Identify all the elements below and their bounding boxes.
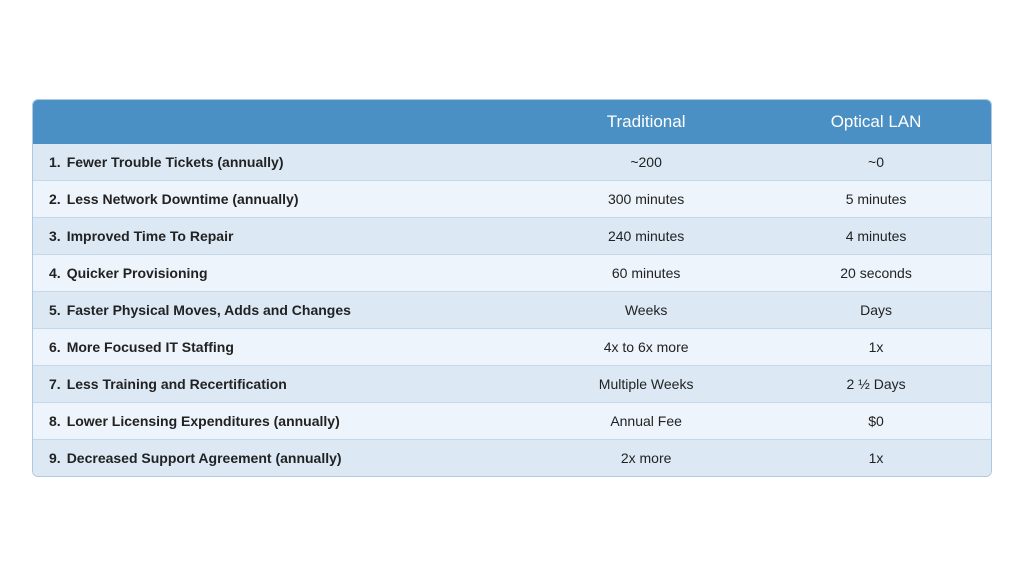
- row-label: 9.Decreased Support Agreement (annually): [33, 440, 531, 477]
- row-optical-value: 1x: [761, 329, 991, 366]
- row-num: 2.: [49, 191, 61, 207]
- row-traditional-value: Multiple Weeks: [531, 366, 761, 403]
- row-optical-value: 5 minutes: [761, 181, 991, 218]
- row-label: 3.Improved Time To Repair: [33, 218, 531, 255]
- row-optical-value: $0: [761, 403, 991, 440]
- row-traditional-value: 2x more: [531, 440, 761, 477]
- row-label: 8.Lower Licensing Expenditures (annually…: [33, 403, 531, 440]
- table-row: 1.Fewer Trouble Tickets (annually)~200~0: [33, 144, 991, 181]
- table-row: 6.More Focused IT Staffing4x to 6x more1…: [33, 329, 991, 366]
- row-traditional-value: 4x to 6x more: [531, 329, 761, 366]
- table-row: 7.Less Training and RecertificationMulti…: [33, 366, 991, 403]
- table-row: 8.Lower Licensing Expenditures (annually…: [33, 403, 991, 440]
- row-label: 5.Faster Physical Moves, Adds and Change…: [33, 292, 531, 329]
- row-traditional-value: 300 minutes: [531, 181, 761, 218]
- row-optical-value: 4 minutes: [761, 218, 991, 255]
- header-empty: [33, 100, 531, 144]
- table-row: 2.Less Network Downtime (annually)300 mi…: [33, 181, 991, 218]
- row-optical-value: 20 seconds: [761, 255, 991, 292]
- row-traditional-value: Annual Fee: [531, 403, 761, 440]
- row-num: 7.: [49, 376, 61, 392]
- row-label: 7.Less Training and Recertification: [33, 366, 531, 403]
- row-optical-value: 2 ½ Days: [761, 366, 991, 403]
- row-num: 9.: [49, 450, 61, 466]
- table-row: 5.Faster Physical Moves, Adds and Change…: [33, 292, 991, 329]
- row-num: 8.: [49, 413, 61, 429]
- table-header-row: Traditional Optical LAN: [33, 100, 991, 144]
- header-traditional: Traditional: [531, 100, 761, 144]
- row-label: 1.Fewer Trouble Tickets (annually): [33, 144, 531, 181]
- row-num: 3.: [49, 228, 61, 244]
- row-label: 6.More Focused IT Staffing: [33, 329, 531, 366]
- comparison-table: Traditional Optical LAN 1.Fewer Trouble …: [32, 99, 992, 477]
- header-optical: Optical LAN: [761, 100, 991, 144]
- row-traditional-value: Weeks: [531, 292, 761, 329]
- row-traditional-value: ~200: [531, 144, 761, 181]
- table-row: 9.Decreased Support Agreement (annually)…: [33, 440, 991, 477]
- row-optical-value: ~0: [761, 144, 991, 181]
- table-row: 3.Improved Time To Repair240 minutes4 mi…: [33, 218, 991, 255]
- row-num: 6.: [49, 339, 61, 355]
- row-traditional-value: 240 minutes: [531, 218, 761, 255]
- row-label: 4.Quicker Provisioning: [33, 255, 531, 292]
- row-num: 1.: [49, 154, 61, 170]
- row-optical-value: Days: [761, 292, 991, 329]
- row-label: 2.Less Network Downtime (annually): [33, 181, 531, 218]
- row-traditional-value: 60 minutes: [531, 255, 761, 292]
- row-num: 4.: [49, 265, 61, 281]
- table-row: 4.Quicker Provisioning60 minutes20 secon…: [33, 255, 991, 292]
- row-optical-value: 1x: [761, 440, 991, 477]
- row-num: 5.: [49, 302, 61, 318]
